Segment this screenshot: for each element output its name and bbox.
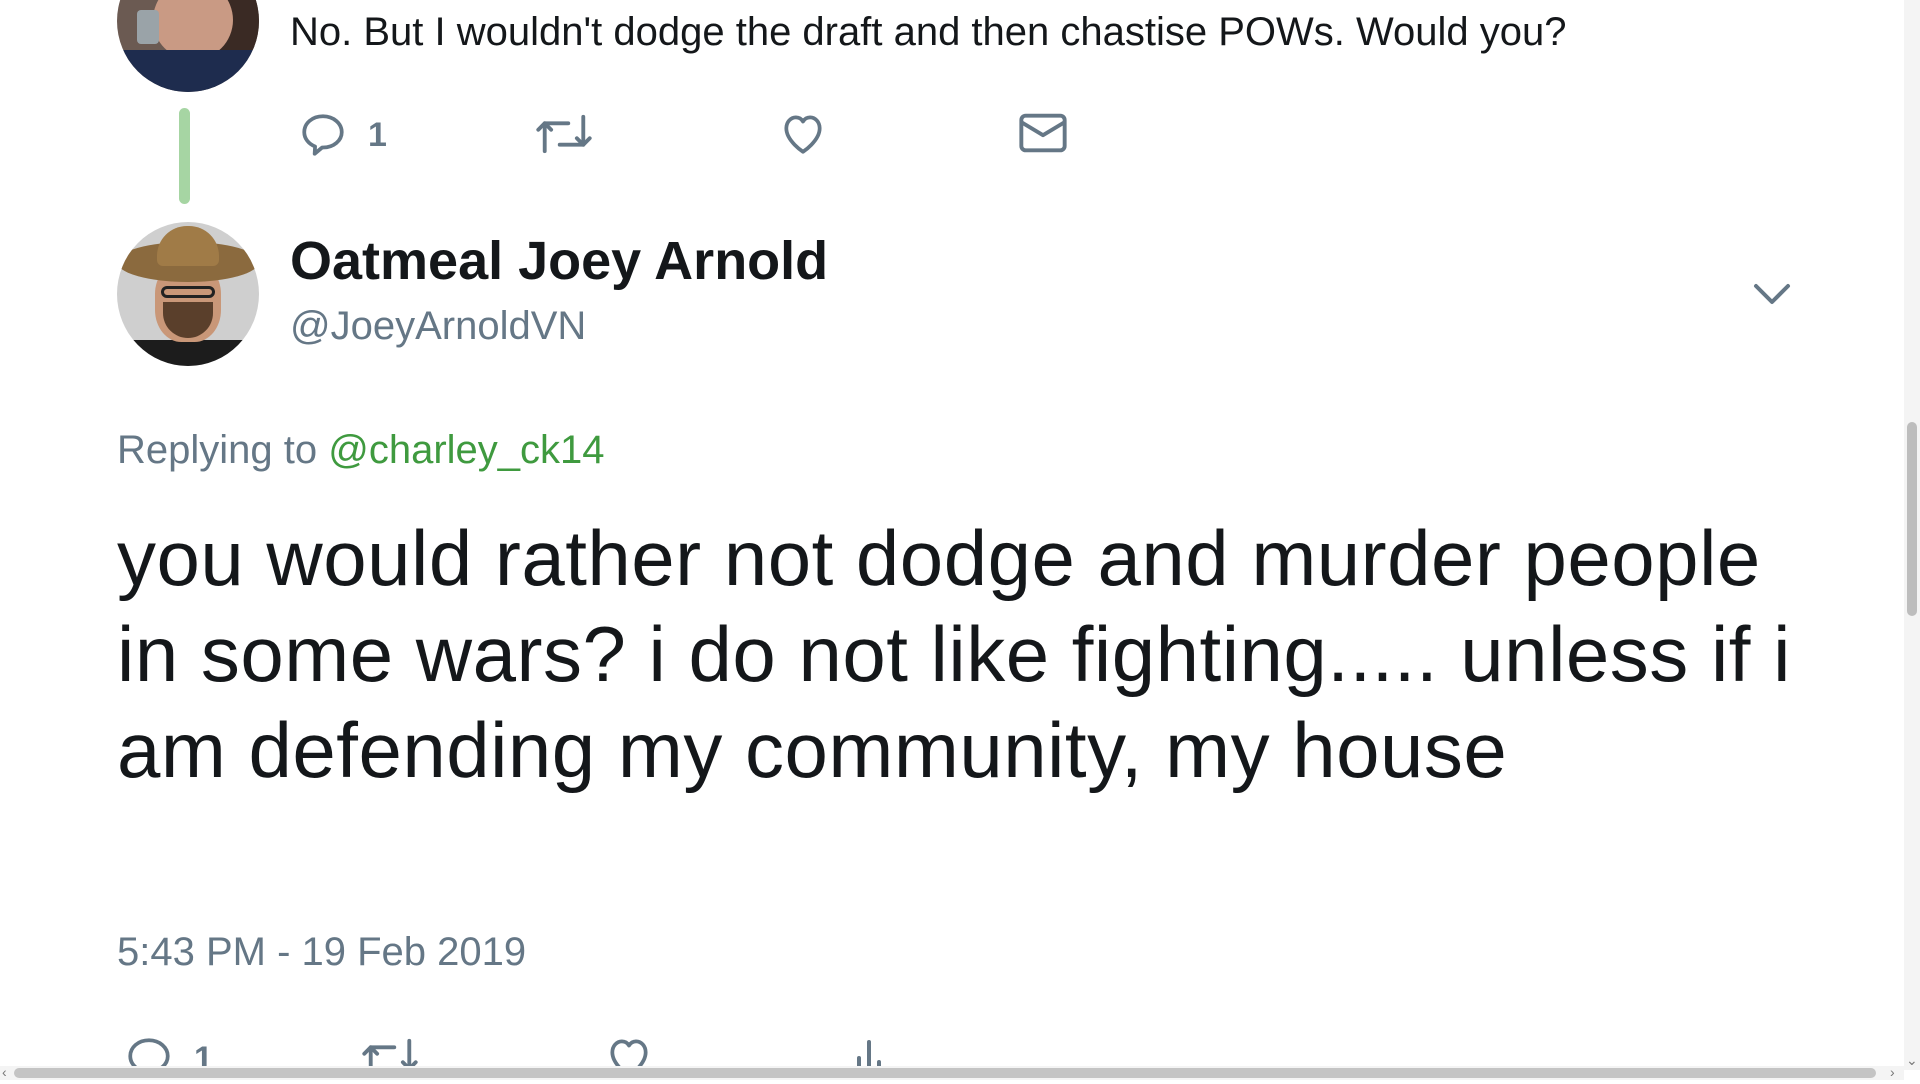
previous-author-avatar[interactable] <box>117 0 259 92</box>
reply-count: 1 <box>368 115 387 154</box>
tweet-options-button[interactable] <box>1752 280 1792 313</box>
retweet-icon <box>534 108 594 160</box>
author-avatar[interactable] <box>117 222 259 366</box>
previous-message-button[interactable] <box>1017 110 1069 156</box>
previous-reply-button[interactable]: 1 <box>298 110 387 160</box>
heart-icon <box>778 108 828 158</box>
avatar-glass <box>137 10 159 44</box>
envelope-icon <box>1017 110 1069 156</box>
previous-like-button[interactable] <box>778 108 828 158</box>
author-handle[interactable]: @JoeyArnoldVN <box>290 304 586 349</box>
previous-tweet-text: No. But I wouldn't dodge the draft and t… <box>290 10 1567 54</box>
previous-retweet-button[interactable] <box>534 108 594 160</box>
tweet-timestamp[interactable]: 5:43 PM - 19 Feb 2019 <box>117 930 526 975</box>
horizontal-scrollbar-thumb[interactable] <box>14 1068 1876 1078</box>
replying-to-label: Replying to <box>117 428 318 472</box>
chevron-down-icon <box>1752 284 1792 312</box>
replying-to-mention-link[interactable]: @charley_ck14 <box>328 428 604 472</box>
scroll-right-arrow-icon[interactable]: › <box>1890 1064 1895 1080</box>
tweet-thread-view: No. But I wouldn't dodge the draft and t… <box>0 0 1920 1080</box>
tweet-text: you would rather not dodge and murder pe… <box>117 514 1791 794</box>
replying-to-line: Replying to @charley_ck14 <box>117 428 605 473</box>
scroll-down-arrow-icon[interactable]: ⌄ <box>1906 1052 1918 1069</box>
thread-connector-line <box>179 108 190 204</box>
author-display-name[interactable]: Oatmeal Joey Arnold <box>290 230 828 292</box>
avatar-glasses <box>161 286 215 298</box>
avatar-jacket <box>117 340 259 366</box>
avatar-hat-top <box>157 226 219 266</box>
vertical-scrollbar-thumb[interactable] <box>1907 422 1917 616</box>
avatar-shirt <box>117 50 259 92</box>
scroll-left-arrow-icon[interactable]: ‹ <box>2 1064 7 1080</box>
reply-icon <box>298 110 348 160</box>
